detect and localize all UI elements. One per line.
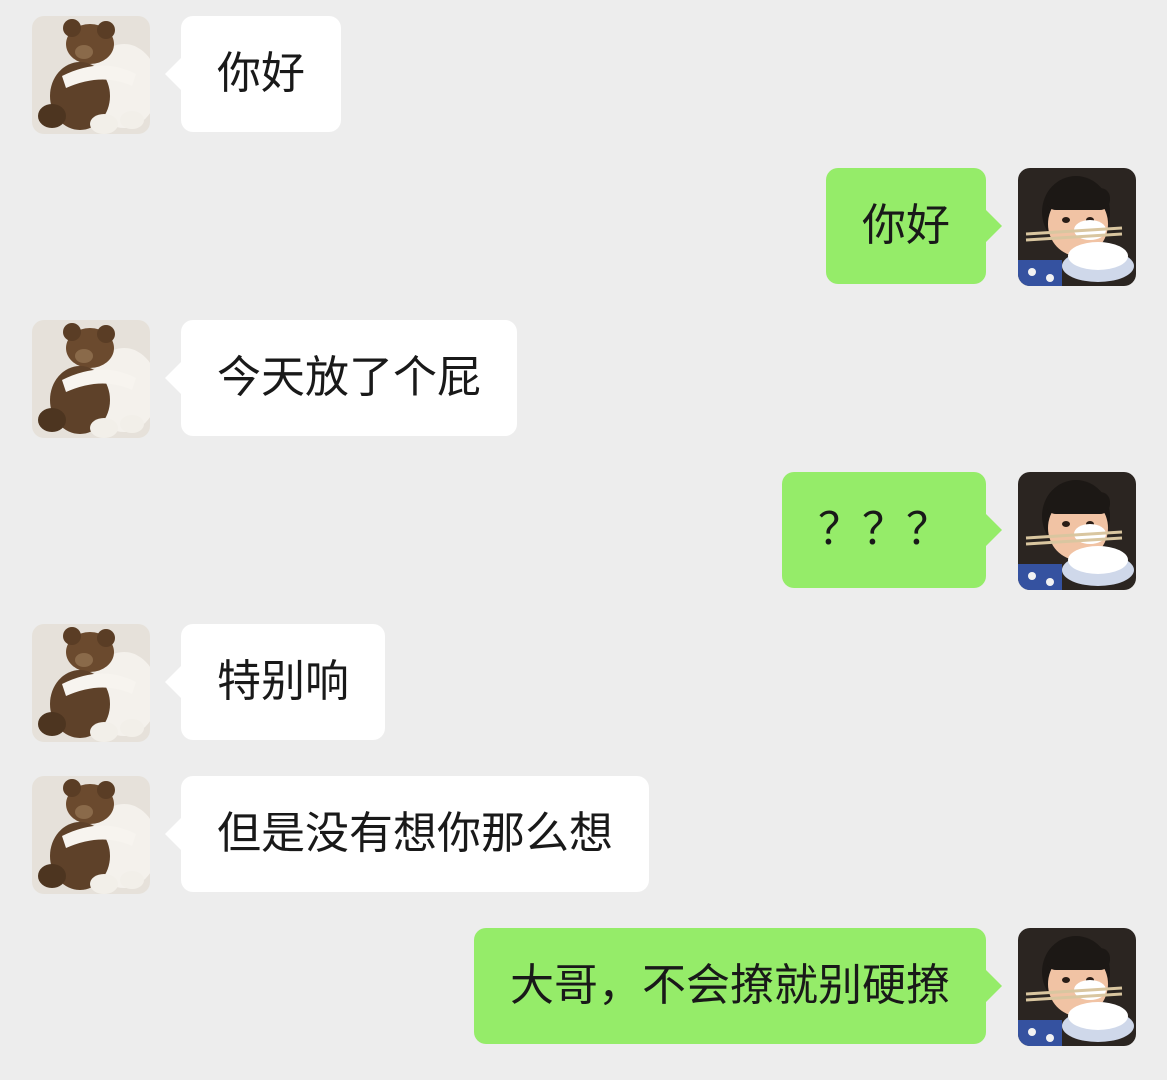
message-bubble[interactable]: 但是没有想你那么想: [165, 776, 649, 892]
teddy-bear-avatar-icon[interactable]: [32, 776, 150, 894]
child-eating-rice-avatar-icon[interactable]: [1018, 928, 1136, 1046]
message-row-incoming: 特别响: [0, 624, 1167, 742]
message-bubble[interactable]: ？？？: [782, 472, 1002, 588]
message-row-outgoing: 你好: [0, 168, 1167, 286]
message-row-incoming: 你好: [0, 16, 1167, 134]
child-eating-rice-avatar-icon[interactable]: [1018, 168, 1136, 286]
teddy-bear-avatar-icon[interactable]: [32, 16, 150, 134]
message-row-outgoing: 大哥，不会撩就别硬撩: [0, 928, 1167, 1046]
message-row-incoming: 但是没有想你那么想: [0, 776, 1167, 894]
message-bubble[interactable]: 大哥，不会撩就别硬撩: [474, 928, 1002, 1044]
message-bubble[interactable]: 特别响: [165, 624, 385, 740]
message-bubble[interactable]: 你好: [165, 16, 341, 132]
teddy-bear-avatar-icon[interactable]: [32, 320, 150, 438]
message-row-incoming: 今天放了个屁: [0, 320, 1167, 438]
child-eating-rice-avatar-icon[interactable]: [1018, 472, 1136, 590]
message-row-outgoing: ？？？: [0, 472, 1167, 590]
teddy-bear-avatar-icon[interactable]: [32, 624, 150, 742]
chat-view: 你好 你好 今天放了个屁 ？？？ 特别响 但是没有想你那么想 大哥，不会撩就别硬…: [0, 0, 1167, 1080]
message-bubble[interactable]: 你好: [826, 168, 1002, 284]
message-bubble[interactable]: 今天放了个屁: [165, 320, 517, 436]
